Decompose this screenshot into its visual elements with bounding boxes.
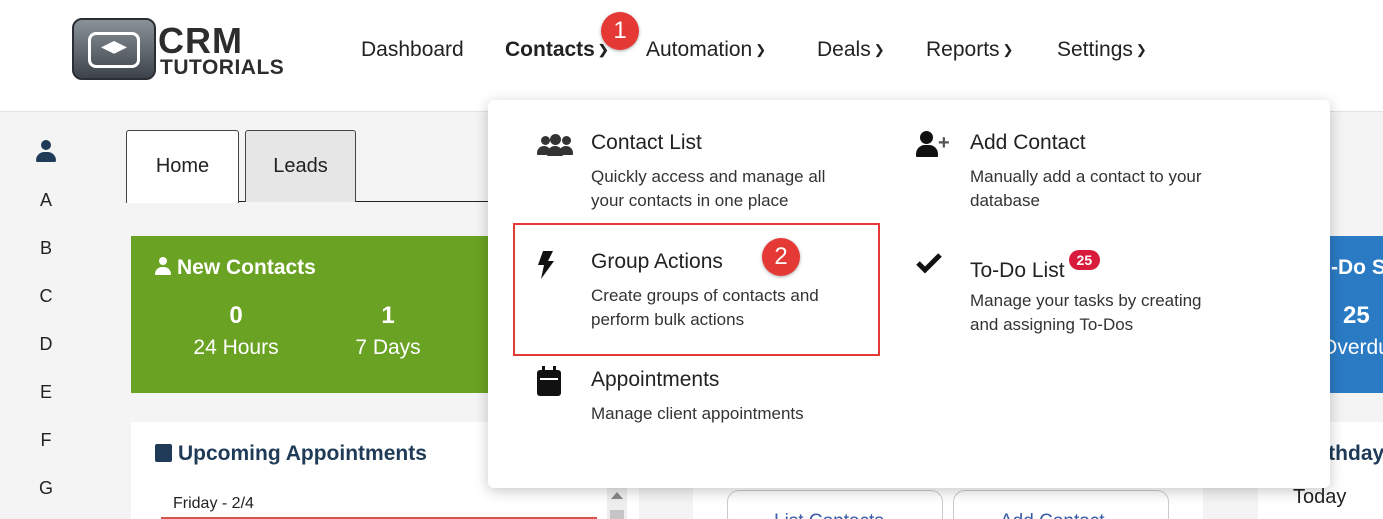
calendar-icon: [155, 444, 172, 462]
menu-item-description: Manage your tasks by creating and assigni…: [970, 291, 1202, 334]
alphabet-letter-d[interactable]: D: [34, 334, 58, 355]
dropdown-caret: [538, 87, 566, 101]
menu-item-todo-list[interactable]: To-Do List 25 Manage your tasks by creati…: [970, 250, 1202, 337]
new-contacts-title: New Contacts: [155, 256, 316, 280]
birthdays-today-label: Today: [1293, 486, 1347, 508]
menu-item-title: To-Do List 25: [970, 250, 1202, 283]
alphabet-letter-f[interactable]: F: [34, 430, 58, 451]
stat-value: 0: [229, 302, 243, 329]
menu-item-title: Add Contact: [970, 131, 1086, 154]
lightning-bolt-icon: [537, 251, 555, 283]
tab-home[interactable]: Home: [126, 130, 239, 203]
tab-leads[interactable]: Leads: [245, 130, 356, 202]
todo-overdue-count[interactable]: 25: [1343, 302, 1370, 330]
top-navigation-bar: CRM TUTORIALS Dashboard Contacts ❯ Automa…: [0, 0, 1383, 112]
menu-item-add-contact[interactable]: Add Contact Manually add a contact to yo…: [970, 131, 1202, 213]
menu-item-title: Contact List: [591, 131, 702, 154]
new-contacts-card: New Contacts 0 24 Hours 1 7 Days: [131, 236, 511, 393]
stat-label: 7 Days: [355, 336, 421, 359]
menu-item-contact-list[interactable]: Contact List Quickly access and manage a…: [591, 131, 825, 213]
checkmark-icon: [915, 251, 943, 279]
nav-contacts[interactable]: Contacts ❯: [505, 38, 609, 62]
appointment-day-header: Friday - 2/4: [173, 495, 254, 512]
step-marker-2: 2: [762, 238, 800, 276]
chevron-down-icon: ❯: [1135, 42, 1147, 57]
menu-item-description: Create groups of contacts and perform bul…: [591, 286, 819, 329]
crm-tutorials-logo[interactable]: CRM TUTORIALS: [72, 18, 292, 84]
appointments-scrollbar[interactable]: [607, 488, 627, 519]
menu-item-description: Manually add a contact to your database: [970, 167, 1202, 210]
nav-dashboard[interactable]: Dashboard: [361, 38, 464, 62]
chevron-down-icon: ❯: [873, 42, 885, 57]
menu-item-appointments[interactable]: Appointments Manage client appointments: [591, 368, 804, 426]
graduation-cap-icon: [72, 18, 156, 80]
list-contacts-button[interactable]: List Contacts: [727, 490, 943, 519]
user-icon: [155, 257, 171, 275]
scroll-up-arrow-icon[interactable]: [611, 492, 623, 499]
scrollbar-thumb[interactable]: [610, 510, 624, 519]
stat-value: 1: [381, 302, 395, 329]
todo-summary-title: -Do S: [1331, 256, 1383, 279]
menu-item-title: Appointments: [591, 368, 720, 391]
calendar-icon: [537, 366, 561, 396]
alphabet-letter-a[interactable]: A: [34, 190, 58, 211]
nav-reports[interactable]: Reports ❯: [926, 38, 1013, 62]
menu-item-description: Manage client appointments: [591, 404, 804, 423]
logo-text-tutorials: TUTORIALS: [160, 56, 285, 79]
step-marker-1: 1: [601, 12, 639, 50]
add-user-icon: +: [916, 131, 952, 159]
todo-count-badge: 25: [1068, 250, 1101, 270]
alphabet-letter-b[interactable]: B: [34, 238, 58, 259]
users-icon: [537, 134, 573, 156]
chevron-down-icon: ❯: [1002, 42, 1014, 57]
nav-settings[interactable]: Settings ❯: [1057, 38, 1147, 62]
contact-filter-user-icon[interactable]: [36, 140, 56, 164]
add-contact-button[interactable]: Add Contact: [953, 490, 1169, 519]
alphabet-letter-e[interactable]: E: [34, 382, 58, 403]
upcoming-appointments-title: Upcoming Appointments: [155, 442, 427, 466]
nav-deals[interactable]: Deals ❯: [817, 38, 885, 62]
nav-automation[interactable]: Automation ❯: [646, 38, 766, 62]
stat-24-hours[interactable]: 0 24 Hours: [176, 302, 296, 360]
todo-summary-card: -Do S 25 Overdu: [1329, 236, 1383, 393]
stat-7-days[interactable]: 1 7 Days: [328, 302, 448, 360]
chevron-down-icon: ❯: [755, 42, 767, 57]
alphabet-letter-c[interactable]: C: [34, 286, 58, 307]
menu-item-description: Quickly access and manage all your contac…: [591, 167, 826, 210]
alphabet-letter-g[interactable]: G: [34, 478, 58, 499]
stat-label: 24 Hours: [193, 336, 279, 359]
todo-overdue-label: Overdu: [1329, 336, 1383, 359]
